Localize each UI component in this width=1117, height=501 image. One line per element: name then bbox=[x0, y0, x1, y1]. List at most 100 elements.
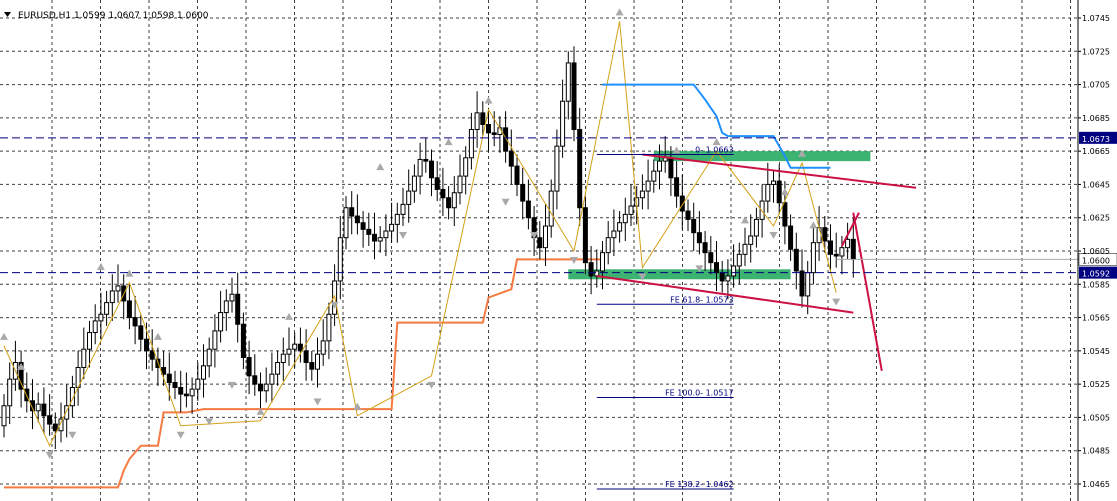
symbol-info: EURUSD,H1 1.0599 1.0607 1.0598 1.0600 bbox=[18, 11, 209, 21]
candle-body bbox=[178, 386, 184, 395]
price-tick-label: 1.0625 bbox=[1082, 214, 1110, 223]
candle-body bbox=[309, 362, 315, 370]
candle-body bbox=[7, 378, 13, 407]
candle-body bbox=[446, 197, 452, 209]
candle-body bbox=[297, 343, 303, 352]
candle-body bbox=[326, 313, 332, 342]
price-tick-label: 1.0525 bbox=[1082, 380, 1110, 389]
candle-body bbox=[714, 262, 719, 274]
candle-body bbox=[132, 317, 138, 327]
candle-body bbox=[41, 403, 47, 417]
candle-body bbox=[263, 383, 269, 392]
candle-body bbox=[223, 300, 229, 314]
candle-body bbox=[828, 240, 833, 255]
candle-body bbox=[343, 207, 349, 239]
candle-body bbox=[731, 265, 737, 277]
candle-body bbox=[400, 203, 406, 215]
candle-body bbox=[104, 302, 110, 315]
price-tick-label: 1.0585 bbox=[1082, 280, 1110, 289]
candle-body bbox=[337, 237, 343, 282]
chart-svg[interactable]: 0- 1.0663 FE 61.8- 1.0573 FE 100.0- 1.0517… bbox=[0, 0, 1117, 501]
candle-body bbox=[166, 373, 172, 383]
price-level-label: 1.0673 bbox=[1082, 135, 1110, 144]
candle-body bbox=[206, 348, 212, 367]
candle-body bbox=[417, 158, 423, 177]
candle-body bbox=[845, 238, 851, 249]
candle-body bbox=[212, 330, 218, 350]
candle-body bbox=[685, 210, 691, 220]
candle-body bbox=[240, 323, 246, 359]
chart: 0- 1.0663 FE 61.8- 1.0573 FE 100.0- 1.0517… bbox=[0, 0, 1117, 501]
candle-body bbox=[126, 300, 132, 319]
candle-body bbox=[183, 393, 189, 397]
current-price-label: 1.0600 bbox=[1082, 256, 1110, 265]
candle-body bbox=[657, 160, 662, 172]
candle-body bbox=[514, 165, 520, 185]
candle-body bbox=[349, 207, 355, 217]
candle-body bbox=[109, 290, 115, 304]
candle-body bbox=[486, 124, 491, 134]
candle-body bbox=[543, 225, 548, 249]
candle-body bbox=[753, 218, 759, 237]
candle-body bbox=[252, 375, 258, 385]
price-tick-label: 1.0565 bbox=[1082, 314, 1110, 323]
candle-body bbox=[520, 183, 526, 202]
candle-body bbox=[406, 190, 412, 205]
candle-body bbox=[81, 348, 87, 369]
candle-body bbox=[639, 190, 645, 199]
candle-body bbox=[189, 388, 195, 397]
candle-body bbox=[218, 312, 224, 332]
candle-body bbox=[377, 237, 383, 242]
candle-body bbox=[725, 275, 731, 282]
fibo-label: FE 61.8- 1.0573 bbox=[670, 295, 733, 304]
candle-body bbox=[691, 218, 697, 234]
candle-body bbox=[98, 313, 104, 322]
price-tick-label: 1.0545 bbox=[1082, 347, 1110, 356]
candle-body bbox=[628, 205, 634, 215]
candle-body bbox=[645, 180, 651, 192]
candle-body bbox=[47, 415, 53, 425]
candle-body bbox=[320, 340, 326, 355]
candle-body bbox=[548, 190, 554, 227]
candle-body bbox=[246, 357, 252, 377]
candle-body bbox=[537, 237, 543, 249]
candle-body bbox=[696, 232, 702, 244]
price-tick-label: 1.0505 bbox=[1082, 413, 1110, 422]
fibo-label: FE 138.2- 1.0462 bbox=[665, 480, 734, 489]
candle-body bbox=[372, 233, 377, 242]
candle-body bbox=[286, 348, 292, 355]
candle-body bbox=[788, 225, 794, 250]
price-tick-label: 1.0725 bbox=[1082, 47, 1110, 56]
candle-body bbox=[303, 350, 309, 364]
candle-body bbox=[782, 202, 788, 227]
candle-body bbox=[736, 253, 742, 267]
candle-body bbox=[588, 262, 594, 277]
candle-body bbox=[793, 248, 799, 272]
candle-body bbox=[508, 150, 514, 167]
candle-body bbox=[571, 62, 577, 131]
candle-body bbox=[315, 353, 320, 370]
candle-body bbox=[457, 175, 463, 194]
candle-body bbox=[491, 132, 497, 135]
candle-body bbox=[434, 177, 440, 190]
candle-body bbox=[611, 230, 617, 239]
candle-body bbox=[201, 365, 206, 380]
candle-body bbox=[833, 253, 839, 257]
candle-body bbox=[394, 213, 400, 225]
candle-body bbox=[172, 381, 178, 388]
candle-body bbox=[1, 405, 7, 427]
price-tick-label: 1.0685 bbox=[1082, 114, 1110, 123]
candle-body bbox=[360, 222, 366, 230]
candle-body bbox=[389, 223, 395, 232]
candle-body bbox=[799, 270, 805, 297]
candle-body bbox=[577, 129, 583, 209]
price-tick-label: 1.0485 bbox=[1082, 447, 1110, 456]
candle-body bbox=[411, 175, 417, 192]
candle-body bbox=[451, 192, 457, 209]
candle-body bbox=[805, 272, 811, 297]
price-tick-label: 1.0665 bbox=[1082, 147, 1110, 156]
candle-body bbox=[600, 252, 605, 272]
candle-body bbox=[674, 177, 680, 197]
candle-body bbox=[480, 112, 486, 126]
candle-body bbox=[582, 207, 588, 264]
